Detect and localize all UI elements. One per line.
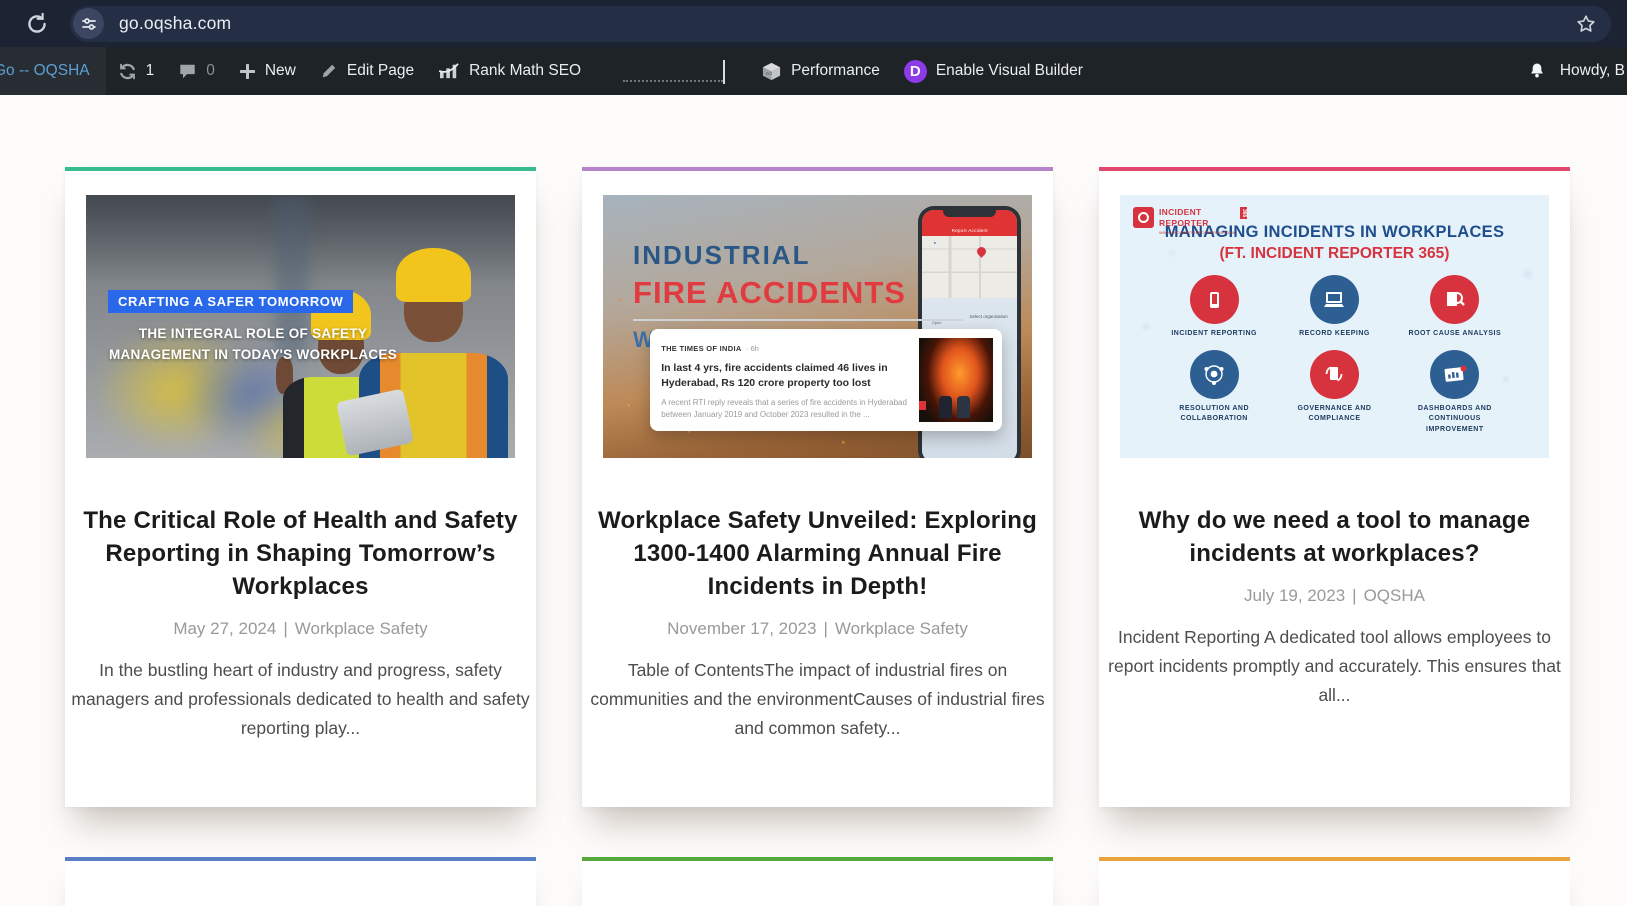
post-title[interactable]: The Critical Role of Health and Safety R… — [77, 504, 524, 603]
news-snippet-card: THE TIMES OF INDIA · 6h In last 4 yrs, f… — [650, 329, 1002, 430]
map-pin — [976, 245, 989, 258]
post-grid: CRAFTING A SAFER TOMORROW THE INTEGRAL R… — [65, 167, 1570, 807]
incident-reporter-logo: INCIDENT REPORTER WWW.INCIDENTREPORTER36… — [1133, 207, 1247, 235]
pencil-icon — [320, 62, 338, 80]
post-date: May 27, 2024 — [173, 619, 276, 638]
post-category[interactable]: Workplace Safety — [295, 619, 428, 638]
post-excerpt: Incident Reporting A dedicated tool allo… — [1105, 623, 1564, 710]
site-info-button[interactable] — [73, 8, 104, 39]
post-card-1: CRAFTING A SAFER TOMORROW THE INTEGRAL R… — [65, 167, 536, 807]
comments-icon — [178, 62, 197, 80]
post-category[interactable]: Workplace Safety — [835, 619, 968, 638]
comments-count: 0 — [206, 62, 215, 80]
admin-bar-new[interactable]: New — [227, 47, 308, 95]
post-meta: July 19, 2023|OQSHA — [1099, 586, 1570, 606]
post-category[interactable]: OQSHA — [1364, 586, 1425, 605]
post-meta: May 27, 2024|Workplace Safety — [65, 619, 536, 639]
post-card-2: INDUSTRIAL FIRE ACCIDENTS What You Need … — [582, 167, 1053, 807]
bookmark-star-icon[interactable] — [1575, 13, 1597, 35]
post-card-4[interactable] — [65, 857, 536, 906]
updates-icon — [118, 62, 137, 81]
divi-icon: D — [904, 60, 927, 83]
post-card-3: INCIDENT REPORTER WWW.INCIDENTREPORTER36… — [1099, 167, 1570, 807]
post-thumbnail-3[interactable]: INCIDENT REPORTER WWW.INCIDENTREPORTER36… — [1120, 195, 1549, 458]
url-text[interactable]: go.oqsha.com — [119, 13, 231, 34]
updates-count: 1 — [146, 62, 155, 80]
w3-cube-icon: W3 — [761, 61, 782, 82]
image-badge: CRAFTING A SAFER TOMORROW — [108, 290, 353, 313]
post-thumbnail-1[interactable]: CRAFTING A SAFER TOMORROW THE INTEGRAL R… — [86, 195, 515, 458]
post-excerpt: In the bustling heart of industry and pr… — [71, 656, 530, 743]
post-excerpt: Table of ContentsThe impact of industria… — [588, 656, 1047, 743]
admin-bar-updates[interactable]: 1 — [106, 47, 167, 95]
post-card-6[interactable] — [1099, 857, 1570, 906]
admin-bar-visual-builder[interactable]: D Enable Visual Builder — [892, 47, 1095, 95]
bell-icon[interactable] — [1527, 61, 1547, 81]
incident-reporting-icon — [1190, 275, 1239, 324]
post-meta: November 17, 2023|Workplace Safety — [582, 619, 1053, 639]
admin-bar-comments[interactable]: 0 — [166, 47, 227, 95]
admin-bar-rank-math[interactable]: Rank Math SEO — [426, 47, 593, 95]
wp-admin-bar: Go -- OQSHA 1 0 New Edit Page Rank Math … — [0, 47, 1627, 95]
svg-text:W3: W3 — [766, 70, 773, 75]
admin-bar-performance[interactable]: W3 Performance — [749, 47, 892, 95]
record-keeping-icon — [1310, 275, 1359, 324]
tune-icon — [81, 16, 97, 32]
news-fire-photo — [919, 338, 993, 421]
card-accent — [65, 857, 536, 861]
admin-bar-edit-page[interactable]: Edit Page — [308, 47, 426, 95]
news-headline: In last 4 yrs, fire accidents claimed 46… — [661, 361, 907, 391]
card-accent — [1099, 857, 1570, 861]
address-bar[interactable]: go.oqsha.com — [70, 6, 1611, 42]
page-content: CRAFTING A SAFER TOMORROW THE INTEGRAL R… — [0, 95, 1627, 906]
infographic-subtitle: (FT. INCIDENT REPORTER 365) — [1120, 245, 1549, 263]
post-date: November 17, 2023 — [667, 619, 816, 638]
post-card-5[interactable] — [582, 857, 1053, 906]
admin-bar-account[interactable]: Howdy, B — [1527, 47, 1627, 95]
post-title[interactable]: Why do we need a tool to manage incident… — [1111, 504, 1558, 570]
card-accent — [65, 167, 536, 171]
post-grid-next-row — [65, 857, 1570, 906]
howdy-label[interactable]: Howdy, B — [1560, 62, 1625, 80]
post-thumbnail-2[interactable]: INDUSTRIAL FIRE ACCIDENTS What You Need … — [603, 195, 1032, 458]
news-source: THE TIMES OF INDIA — [661, 344, 741, 353]
governance-compliance-icon — [1310, 350, 1359, 399]
card-accent — [1099, 167, 1570, 171]
rank-math-score-field[interactable] — [623, 60, 723, 82]
card-accent — [582, 167, 1053, 171]
rank-math-icon — [438, 62, 460, 80]
root-cause-analysis-icon — [1430, 275, 1479, 324]
browser-toolbar: go.oqsha.com — [0, 0, 1627, 47]
reload-icon[interactable] — [24, 11, 50, 37]
image-heading: INDUSTRIAL — [633, 240, 963, 271]
phone-panel-label: Select organisation — [970, 314, 1008, 319]
news-body: A recent RTI reply reveals that a series… — [661, 397, 907, 421]
post-date: July 19, 2023 — [1244, 586, 1345, 605]
post-title[interactable]: Workplace Safety Unveiled: Exploring 130… — [594, 504, 1041, 603]
resolution-collaboration-icon — [1190, 350, 1239, 399]
dashboards-improvement-icon — [1430, 350, 1479, 399]
image-heading: FIRE ACCIDENTS — [633, 275, 963, 311]
admin-bar-site-name[interactable]: Go -- OQSHA — [0, 47, 106, 95]
image-caption: THE INTEGRAL ROLE OF SAFETY MANAGEMENT I… — [98, 323, 408, 366]
plus-icon — [239, 63, 256, 80]
news-time: · 6h — [746, 344, 759, 353]
card-accent — [582, 857, 1053, 861]
